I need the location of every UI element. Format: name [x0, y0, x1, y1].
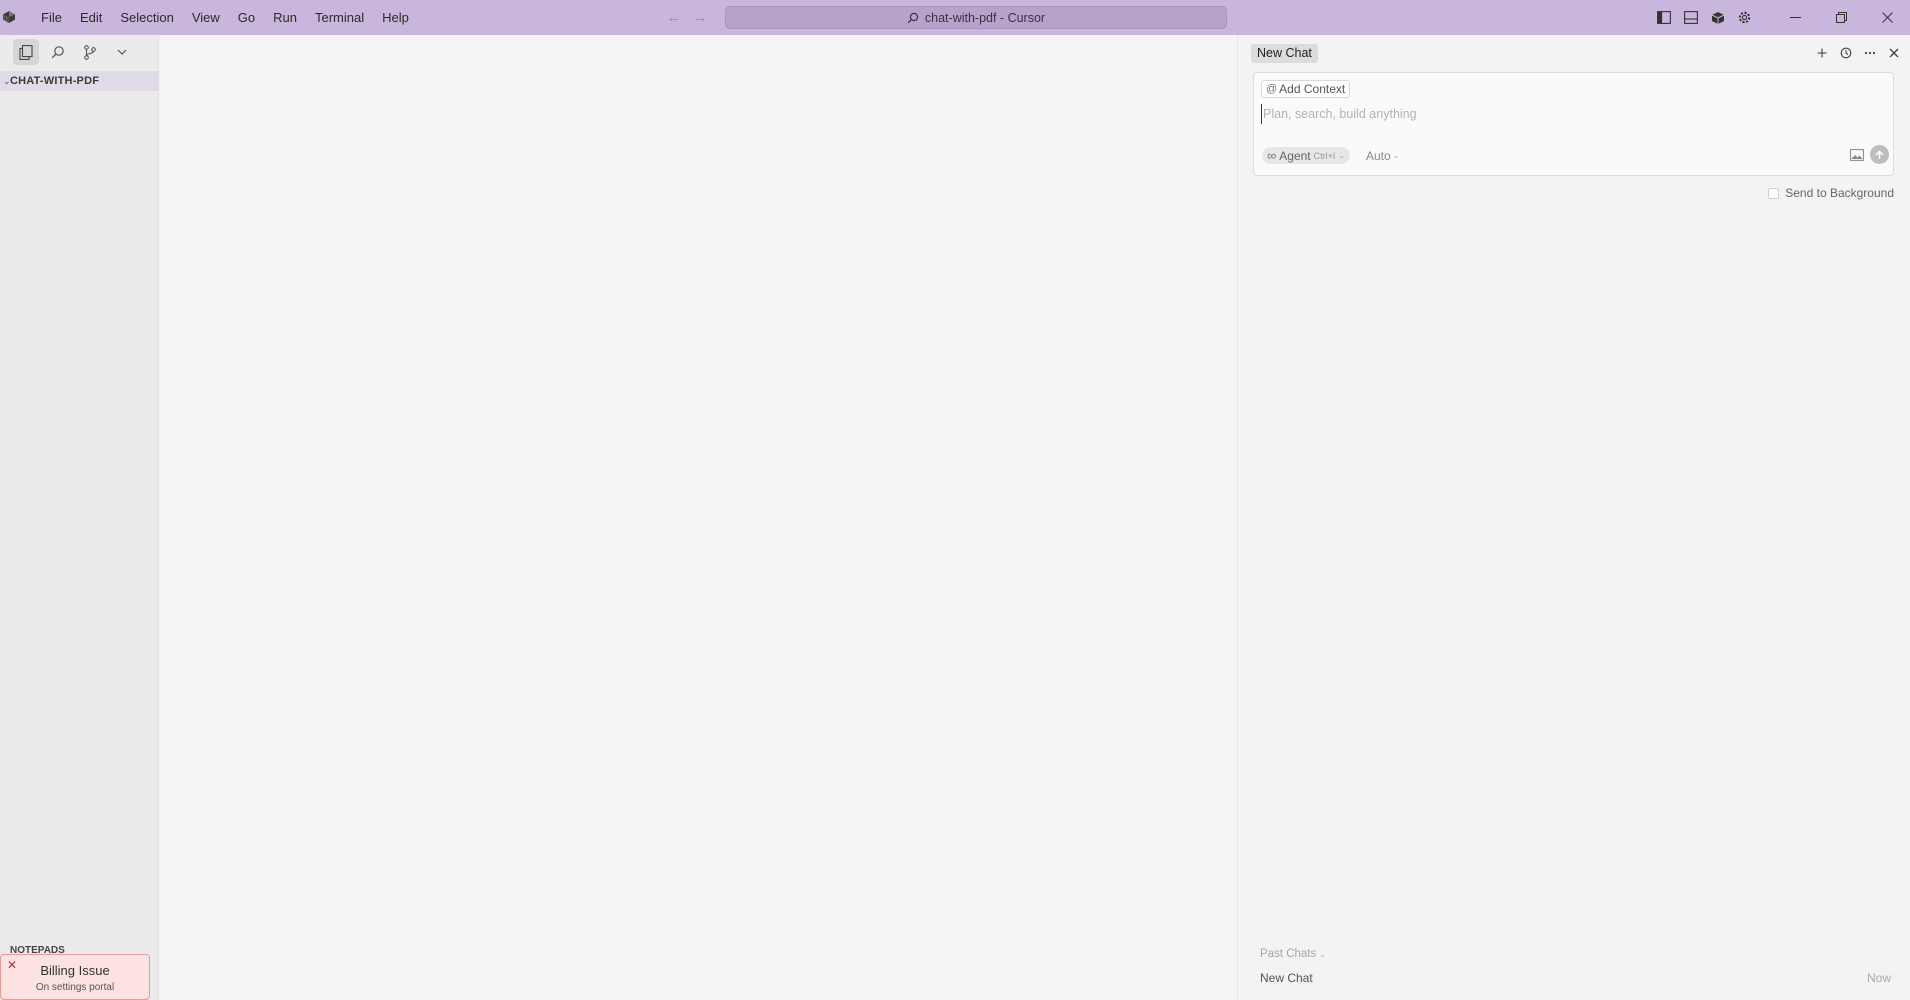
explorer-icon[interactable]	[13, 39, 39, 65]
past-chat-time: Now	[1866, 971, 1891, 985]
plus-icon[interactable]	[1812, 43, 1832, 63]
close-icon[interactable]	[1864, 0, 1910, 35]
gear-icon[interactable]	[1731, 0, 1758, 35]
menu-go[interactable]: Go	[229, 0, 264, 35]
chevron-down-icon: ⌄	[1338, 151, 1346, 160]
billing-title: Billing Issue	[40, 963, 110, 978]
sidebar: ⌄ CHAT-WITH-PDF NOTEPADS	[0, 35, 159, 1000]
past-chats-toggle[interactable]: Past Chats ⌄	[1260, 948, 1326, 960]
title-bar-controls	[1650, 0, 1910, 35]
infinity-icon: ∞	[1267, 148, 1277, 163]
send-to-background-label: Send to Background	[1785, 186, 1894, 200]
chat-composer: @ Add Context ∞ Agent Ctrl+I ⌄ Auto ⌄	[1253, 72, 1894, 176]
send-to-background-checkbox[interactable]	[1768, 187, 1780, 199]
menu-run[interactable]: Run	[264, 0, 306, 35]
menu-file[interactable]: File	[32, 0, 71, 35]
menu-selection[interactable]: Selection	[111, 0, 182, 35]
history-icon[interactable]	[1836, 43, 1856, 63]
image-icon[interactable]	[1850, 149, 1864, 161]
cursor-logo-icon[interactable]	[2, 10, 16, 24]
menu-help[interactable]: Help	[373, 0, 418, 35]
agent-mode-selector[interactable]: ∞ Agent Ctrl+I ⌄	[1262, 147, 1351, 164]
window-title: chat-with-pdf - Cursor	[924, 10, 1046, 25]
layout-panel-icon[interactable]	[1677, 0, 1704, 35]
chat-input[interactable]	[1261, 104, 1881, 124]
arrow-up-icon	[1875, 149, 1884, 159]
billing-issue-toast[interactable]: ✕ Billing Issue On settings portal	[0, 954, 150, 1000]
chevron-down-icon: ⌄	[1319, 949, 1326, 959]
menu-bar: File Edit Selection View Go Run Terminal…	[32, 0, 418, 35]
explorer-section-header[interactable]: ⌄ CHAT-WITH-PDF	[0, 71, 159, 91]
arrow-left-icon[interactable]: ←	[666, 9, 682, 26]
cube-icon[interactable]	[1704, 0, 1731, 35]
chat-tab[interactable]: New Chat	[1251, 44, 1318, 63]
source-control-icon[interactable]	[77, 39, 103, 65]
past-chats-label: Past Chats	[1260, 948, 1317, 960]
chat-panel: New Chat @ Add Context ∞ Agent Ctrl+I ⌄ …	[1237, 35, 1910, 1000]
billing-subtitle: On settings portal	[35, 982, 115, 993]
chevron-down-icon[interactable]	[109, 39, 135, 65]
chevron-down-icon: ⌄	[1392, 151, 1400, 160]
more-icon[interactable]	[1860, 43, 1880, 63]
sidebar-toolbar	[0, 35, 158, 69]
send-to-background-option[interactable]: Send to Background	[1768, 186, 1894, 200]
arrow-right-icon[interactable]: →	[692, 9, 708, 26]
menu-view[interactable]: View	[183, 0, 229, 35]
model-label: Auto	[1366, 148, 1391, 163]
send-button[interactable]	[1870, 145, 1889, 164]
layout-sidebar-icon[interactable]	[1650, 0, 1677, 35]
agent-label: Agent	[1279, 148, 1311, 163]
command-center-search[interactable]: chat-with-pdf - Cursor	[725, 6, 1227, 29]
chevron-down-icon: ⌄	[3, 75, 11, 86]
navigation-arrows: ← →	[666, 0, 708, 35]
editor-area	[160, 35, 1237, 1000]
add-context-button[interactable]: @ Add Context	[1261, 80, 1351, 98]
menu-terminal[interactable]: Terminal	[306, 0, 373, 35]
at-icon: @	[1266, 83, 1278, 95]
chat-actions	[1812, 43, 1904, 63]
restore-icon[interactable]	[1818, 0, 1864, 35]
title-bar: File Edit Selection View Go Run Terminal…	[0, 0, 1910, 35]
past-chat-item[interactable]: New Chat	[1260, 971, 1313, 985]
search-icon	[907, 12, 919, 23]
minimize-icon[interactable]	[1772, 0, 1818, 35]
add-context-label: Add Context	[1279, 82, 1346, 96]
explorer-title: CHAT-WITH-PDF	[10, 75, 100, 87]
menu-edit[interactable]: Edit	[71, 0, 111, 35]
model-selector[interactable]: Auto ⌄	[1366, 147, 1399, 164]
agent-shortcut: Ctrl+I	[1313, 150, 1336, 161]
close-icon[interactable]	[1884, 43, 1904, 63]
search-icon[interactable]	[45, 39, 71, 65]
